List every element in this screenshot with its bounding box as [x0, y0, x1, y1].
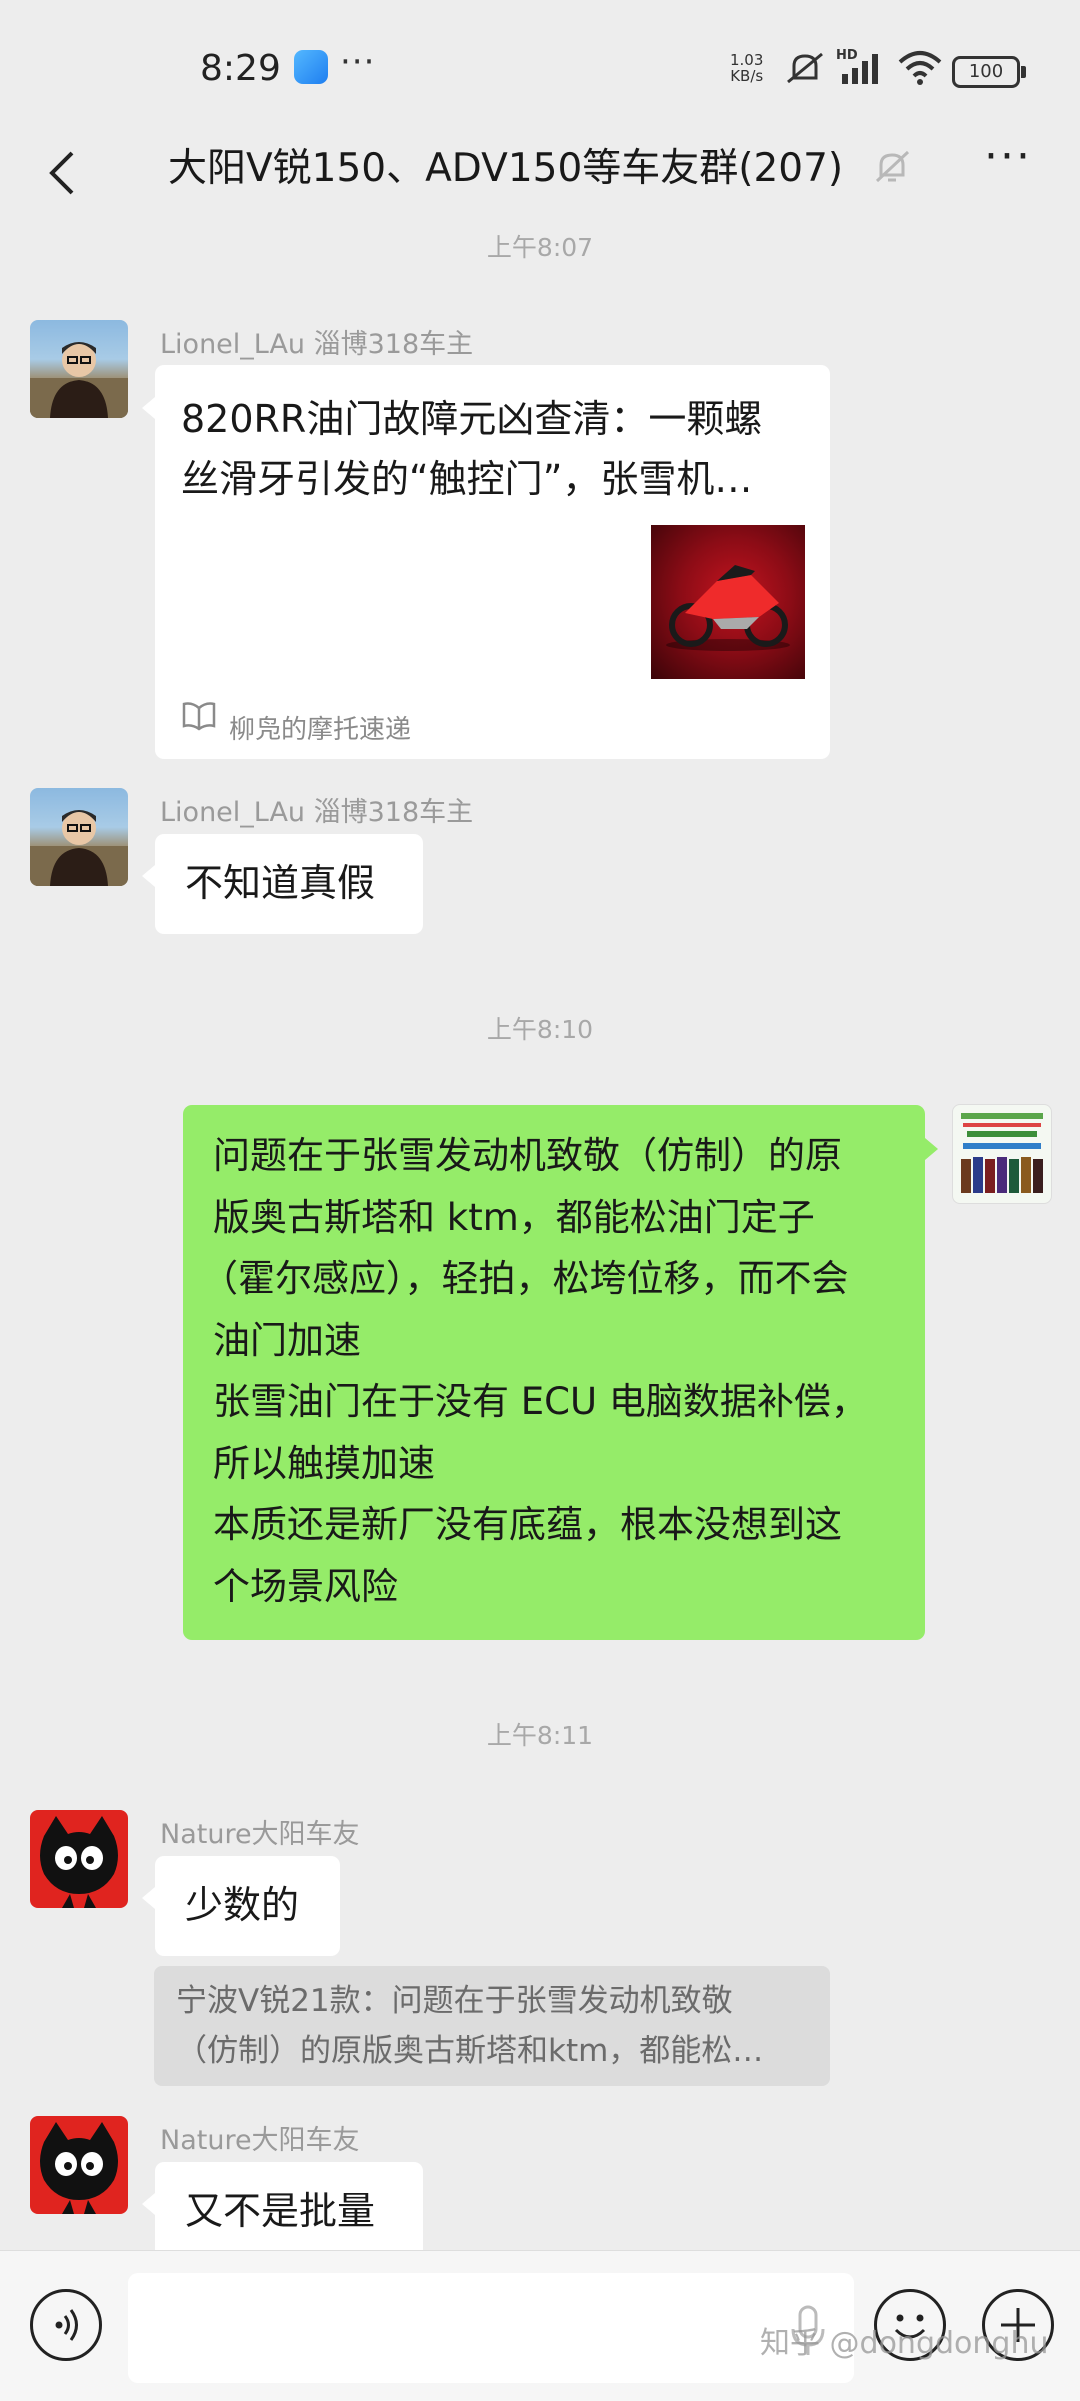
message-text: 问题在于张雪发动机致敬（仿制）的原 版奥古斯塔和 ktm，都能松油门定子 （霍尔… — [201, 1125, 913, 1617]
watermark: 知乎 @dongdonghu — [760, 2326, 1049, 2361]
article-title-line: 丝滑牙引发的“触控门”，张雪机… — [181, 457, 753, 501]
message-line: 油门加速 — [213, 1318, 361, 1362]
article-title-line: 820RR油门故障元凶查清：一颗螺 — [181, 397, 763, 441]
article-source: 柳凫的摩托速递 — [229, 715, 412, 745]
bell-muted-icon — [875, 150, 910, 183]
bubble-tail — [142, 397, 155, 419]
avatar[interactable] — [952, 1104, 1052, 1204]
timestamp: 上午8:11 — [486, 1721, 594, 1750]
voice-icon[interactable] — [30, 2289, 102, 2361]
avatar[interactable] — [30, 1810, 128, 1908]
message-line: 版奥古斯塔和 ktm，都能松油门定子 — [213, 1195, 815, 1239]
message-bubble[interactable]: 少数的 — [155, 1856, 340, 1956]
quote-line: 宁波V锐21款：问题在于张雪发动机致敬 — [176, 1983, 733, 2019]
chat-title: 大阳V锐150、ADV150等车友群(207) — [168, 146, 844, 191]
message-text: 不知道真假 — [185, 861, 376, 905]
timestamp: 上午8:07 — [486, 233, 594, 262]
message-bubble-self[interactable]: 问题在于张雪发动机致敬（仿制）的原 版奥古斯塔和 ktm，都能松油门定子 （霍尔… — [183, 1105, 925, 1640]
article-card[interactable]: 820RR油门故障元凶查清：一颗螺 丝滑牙引发的“触控门”，张雪机… 柳凫的摩托… — [155, 365, 830, 759]
avatar[interactable] — [30, 320, 128, 418]
bubble-tail — [142, 865, 155, 887]
message-line: 个场景风险 — [213, 1564, 398, 1608]
back-icon[interactable] — [34, 143, 94, 203]
message-line: 本质还是新厂没有底蕴，根本没想到这 — [213, 1503, 842, 1546]
battery-icon: 100 — [952, 56, 1026, 88]
status-bar: 8:29 ··· 1.03 KB/s HD 100 — [0, 0, 1080, 140]
avatar[interactable] — [30, 2116, 128, 2214]
message-line: （霍尔感应），轻拍，松垮位移，而不会 — [201, 1257, 849, 1300]
bubble-tail — [925, 1138, 938, 1160]
quote-line: （仿制）的原版奥古斯塔和ktm，都能松… — [176, 2033, 764, 2069]
timestamp: 上午8:10 — [486, 1015, 594, 1044]
quoted-message[interactable]: 宁波V锐21款：问题在于张雪发动机致敬 （仿制）的原版奥古斯塔和ktm，都能松… — [154, 1966, 830, 2086]
more-icon[interactable]: ··· — [984, 131, 1032, 182]
message-bubble[interactable]: 又不是批量 — [155, 2162, 423, 2262]
avatar[interactable] — [30, 788, 128, 886]
sender-name: Nature大阳车友 — [160, 1819, 360, 1850]
network-speed-unit: KB/s — [730, 67, 764, 85]
network-speed-value: 1.03 — [730, 51, 764, 69]
wifi-icon — [898, 51, 942, 85]
article-title: 820RR油门故障元凶查清：一颗螺 丝滑牙引发的“触控门”，张雪机… — [181, 389, 801, 509]
message-bubble[interactable]: 不知道真假 — [155, 834, 423, 934]
message-line: 所以触摸加速 — [213, 1441, 435, 1485]
bubble-tail — [142, 1887, 155, 1909]
chat-header: 大阳V锐150、ADV150等车友群(207) ··· — [0, 125, 1080, 225]
sender-name: Lionel_LAu 淄博318车主 — [160, 797, 474, 828]
book-icon — [182, 702, 216, 731]
network-speed: 1.03 KB/s — [730, 52, 763, 84]
message-line: 问题在于张雪发动机致敬（仿制）的原 — [213, 1134, 842, 1177]
message-text: 又不是批量 — [185, 2189, 376, 2233]
message-text: 少数的 — [185, 1883, 300, 1927]
bubble-tail — [142, 2193, 155, 2215]
app-notification-icon — [294, 50, 328, 84]
sender-name: Nature大阳车友 — [160, 2125, 360, 2156]
sender-name: Lionel_LAu 淄博318车主 — [160, 329, 474, 360]
message-line: 张雪油门在于没有 ECU 电脑数据补偿， — [213, 1380, 868, 1423]
status-time: 8:29 — [200, 48, 281, 89]
mute-icon — [787, 52, 823, 84]
motorcycle-image — [666, 565, 790, 651]
article-thumbnail — [651, 525, 805, 679]
message-input[interactable] — [128, 2273, 854, 2383]
status-more-icon: ··· — [340, 42, 376, 82]
